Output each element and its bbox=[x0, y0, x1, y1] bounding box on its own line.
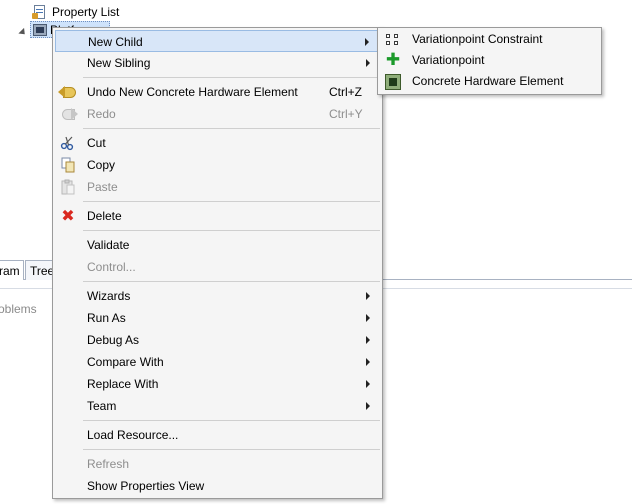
submenu-arrow-icon bbox=[366, 292, 370, 300]
tab-diagram[interactable]: ram bbox=[0, 260, 24, 280]
tree-item-property-list[interactable]: Property List bbox=[32, 3, 119, 21]
context-menu: New Child New Sibling Undo New Concrete … bbox=[52, 27, 383, 499]
copy-icon bbox=[60, 157, 76, 173]
menu-item-redo[interactable]: Redo Ctrl+Y bbox=[55, 103, 380, 125]
submenu-item-label: Concrete Hardware Element bbox=[412, 74, 564, 88]
menu-item-load-resource[interactable]: Load Resource... bbox=[55, 424, 380, 446]
menu-separator bbox=[83, 449, 380, 450]
menu-item-run-as[interactable]: Run As bbox=[55, 307, 380, 329]
menu-item-debug-as[interactable]: Debug As bbox=[55, 329, 380, 351]
menu-item-undo[interactable]: Undo New Concrete Hardware Element Ctrl+… bbox=[55, 81, 380, 103]
scissors-icon bbox=[60, 135, 76, 151]
menu-item-label: Replace With bbox=[87, 377, 159, 391]
paste-icon bbox=[60, 179, 76, 195]
collapse-twisty-icon[interactable] bbox=[18, 27, 28, 38]
delete-x-icon: ✖ bbox=[61, 206, 75, 225]
menu-item-label: Redo bbox=[87, 107, 116, 121]
menu-separator bbox=[83, 230, 380, 231]
menu-item-new-sibling[interactable]: New Sibling bbox=[55, 52, 380, 74]
menu-item-label: Control... bbox=[87, 260, 136, 274]
submenu-item-label: Variationpoint Constraint bbox=[412, 32, 543, 46]
menu-item-label: Validate bbox=[87, 238, 130, 252]
submenu-arrow-icon bbox=[366, 402, 370, 410]
hardware-element-icon bbox=[385, 74, 401, 90]
menu-item-label: New Child bbox=[88, 35, 143, 49]
menu-item-label: Debug As bbox=[87, 333, 140, 347]
menu-item-control[interactable]: Control... bbox=[55, 256, 380, 278]
menu-item-label: Team bbox=[87, 399, 117, 413]
menu-item-show-properties-view[interactable]: Show Properties View bbox=[55, 475, 380, 497]
menu-item-label: Wizards bbox=[87, 289, 131, 303]
redo-icon bbox=[60, 106, 78, 122]
menu-item-paste[interactable]: Paste bbox=[55, 176, 380, 198]
menu-item-shortcut: Ctrl+Y bbox=[329, 107, 363, 121]
menu-item-team[interactable]: Team bbox=[55, 395, 380, 417]
submenu-arrow-icon bbox=[366, 314, 370, 322]
menu-item-label: Copy bbox=[87, 158, 116, 172]
menu-item-label: Compare With bbox=[87, 355, 164, 369]
menu-item-label: Load Resource... bbox=[87, 428, 179, 442]
menu-separator bbox=[83, 77, 380, 78]
menu-item-compare-with[interactable]: Compare With bbox=[55, 351, 380, 373]
menu-separator bbox=[83, 128, 380, 129]
submenu-item-variationpoint[interactable]: ✚ Variationpoint bbox=[380, 50, 599, 71]
menu-item-new-child[interactable]: New Child bbox=[55, 30, 380, 52]
menu-item-validate[interactable]: Validate bbox=[55, 234, 380, 256]
submenu-arrow-icon bbox=[366, 336, 370, 344]
menu-item-delete[interactable]: ✖ Delete bbox=[55, 205, 380, 227]
menu-item-replace-with[interactable]: Replace With bbox=[55, 373, 380, 395]
submenu-item-variationpoint-constraint[interactable]: Variationpoint Constraint bbox=[380, 29, 599, 50]
menu-item-shortcut: Ctrl+Z bbox=[329, 85, 362, 99]
plus-icon: ✚ bbox=[385, 50, 401, 70]
menu-item-label: Run As bbox=[87, 311, 126, 325]
property-list-icon bbox=[32, 4, 48, 20]
submenu-item-label: Variationpoint bbox=[412, 53, 485, 67]
submenu-arrow-icon bbox=[366, 358, 370, 366]
submenu-arrow-icon bbox=[366, 59, 370, 67]
menu-item-label: Paste bbox=[87, 180, 118, 194]
menu-item-label: New Sibling bbox=[87, 56, 151, 70]
menu-item-label: Undo New Concrete Hardware Element bbox=[87, 85, 298, 99]
menu-item-label: Delete bbox=[87, 209, 122, 223]
menu-separator bbox=[83, 201, 380, 202]
menu-item-label: Show Properties View bbox=[87, 479, 205, 493]
platform-icon bbox=[33, 23, 47, 36]
menu-item-copy[interactable]: Copy bbox=[55, 154, 380, 176]
menu-item-label: Cut bbox=[87, 136, 106, 150]
undo-icon bbox=[58, 84, 76, 100]
menu-separator bbox=[83, 281, 380, 282]
menu-item-cut[interactable]: Cut bbox=[55, 132, 380, 154]
submenu-arrow-icon bbox=[365, 38, 369, 46]
submenu-arrow-icon bbox=[366, 380, 370, 388]
submenu-item-concrete-hardware-element[interactable]: Concrete Hardware Element bbox=[380, 71, 599, 92]
menu-item-refresh[interactable]: Refresh bbox=[55, 453, 380, 475]
menu-item-label: Refresh bbox=[87, 457, 130, 471]
tree-item-label: Property List bbox=[52, 5, 120, 19]
menu-separator bbox=[83, 420, 380, 421]
constraint-icon bbox=[385, 32, 401, 48]
new-child-submenu: Variationpoint Constraint ✚ Variationpoi… bbox=[377, 27, 602, 95]
menu-item-wizards[interactable]: Wizards bbox=[55, 285, 380, 307]
problems-view-tab[interactable]: roblems bbox=[0, 302, 37, 316]
